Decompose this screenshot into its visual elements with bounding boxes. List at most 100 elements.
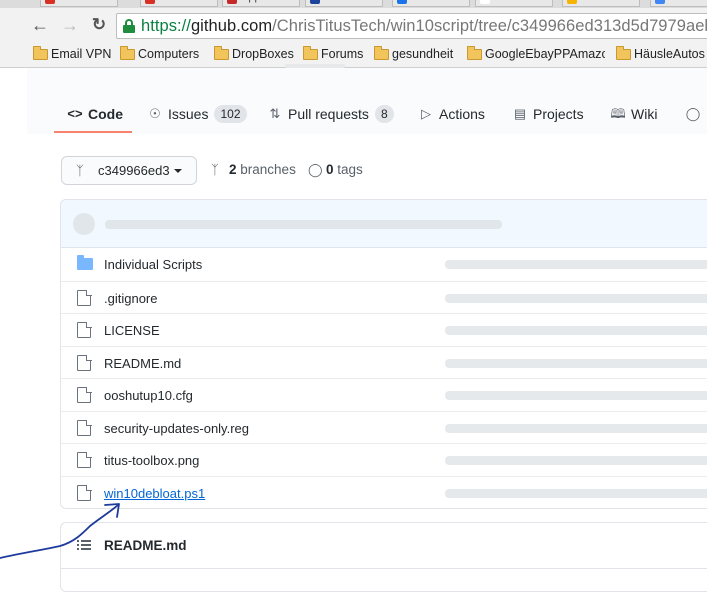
browser-tab[interactable]: Click ✕ (392, 0, 470, 7)
bookmark-label: gesundheit (392, 47, 454, 61)
tab-projects-label: Projects (533, 106, 584, 122)
browser-tab[interactable]: Excel ✕ (475, 0, 553, 7)
file-row[interactable]: .gitignore (61, 281, 707, 314)
book-icon: 🕮 (610, 106, 626, 121)
close-icon[interactable]: ✕ (206, 0, 214, 3)
commit-info-placeholder (445, 456, 707, 465)
tags-count: 0 (326, 162, 334, 177)
bookmark-label: DropBoxes (232, 47, 294, 61)
file-row[interactable]: ooshutup10.cfg (61, 378, 707, 411)
file-row[interactable]: Individual Scripts (61, 248, 707, 281)
url-host: github.com (190, 17, 273, 35)
commit-message-placeholder (105, 220, 502, 229)
file-row[interactable]: security-updates-only.reg (61, 411, 707, 444)
file-icon (77, 386, 92, 403)
file-icon (77, 419, 92, 436)
shield-icon: ◯ (685, 106, 701, 121)
bookmark-gesundheit[interactable]: gesundheit (372, 46, 453, 63)
forward-arrow-icon[interactable]: → (61, 16, 79, 34)
file-name[interactable]: README.md (104, 355, 181, 372)
commit-info-placeholder (445, 326, 707, 335)
browser-tab-label: How (581, 0, 603, 3)
tags-label: tags (337, 162, 363, 177)
close-icon[interactable]: ✕ (458, 0, 466, 3)
browser-tab[interactable]: Aufn ✕ (140, 0, 218, 7)
file-name[interactable]: LICENSE (104, 322, 160, 339)
git-pull-request-icon: ⇅ (269, 106, 281, 121)
document-icon (480, 0, 490, 4)
file-name[interactable]: Individual Scripts (104, 256, 202, 273)
file-icon (77, 484, 92, 501)
tab-security[interactable]: ◯ (684, 104, 706, 124)
browser-tab[interactable]: abou✕ (650, 0, 707, 7)
bookmark-label: GoogleEbayPPAmazo (485, 47, 605, 61)
bookmark-googleebay[interactable]: GoogleEbayPPAmazo (465, 46, 605, 63)
tab-issues[interactable]: ☉ Issues 102 (146, 104, 247, 124)
file-name[interactable]: ooshutup10.cfg (104, 387, 193, 404)
repo-header-placeholder (285, 64, 345, 68)
issues-counter: 102 (214, 105, 247, 123)
address-bar[interactable]: https://github.com/ChrisTitusTech/win10s… (116, 13, 707, 39)
close-icon[interactable]: ✕ (106, 0, 114, 3)
tab-wiki[interactable]: 🕮 Wiki (609, 104, 657, 124)
commit-info-placeholder (445, 294, 707, 303)
browser-tab[interactable]: How ✕ (562, 0, 640, 7)
lock-icon (123, 19, 135, 33)
bookmark-forums[interactable]: Forums (301, 46, 363, 63)
file-icon (77, 289, 92, 306)
folder-icon (303, 46, 318, 60)
tab-pull-requests[interactable]: ⇅ Pull requests 8 (266, 104, 394, 124)
file-icon (77, 354, 92, 371)
file-name-link[interactable]: win10debloat.ps1 (104, 485, 205, 502)
tab-pulls-label: Pull requests (288, 106, 369, 122)
close-icon[interactable]: ✕ (541, 0, 549, 3)
close-icon[interactable]: ✕ (371, 0, 379, 3)
tags-link[interactable]: ◯ 0 tags (308, 161, 363, 179)
file-row[interactable]: titus-toolbox.png (61, 443, 707, 476)
close-icon[interactable]: ✕ (628, 0, 636, 3)
file-row[interactable]: win10debloat.ps1 (61, 476, 707, 508)
branch-select-button[interactable]: ᛉ c349966ed3 (61, 156, 197, 185)
folder-icon (120, 46, 135, 60)
branches-label: branches (240, 162, 296, 177)
browser-tab-strip: E-Mai ✕ Aufn ✕ Appli ✕ GMX ✕ Click ✕ Excel ✕ How ✕ abo… (0, 0, 707, 8)
browser-tab-label: GMX (324, 0, 349, 3)
bookmark-email-vpn[interactable]: Email VPN (31, 46, 111, 63)
close-icon[interactable]: ✕ (288, 0, 296, 3)
file-icon (77, 321, 92, 338)
browser-tab-label: Click (411, 0, 435, 3)
reload-icon[interactable]: ↻ (90, 16, 108, 34)
file-name[interactable]: titus-toolbox.png (104, 452, 199, 469)
browser-toolbar: ← → ↻ https://github.com/ChrisTitusTech/… (0, 8, 707, 41)
bookmark-dropboxes[interactable]: DropBoxes (212, 46, 294, 63)
file-row[interactable]: LICENSE (61, 313, 707, 346)
file-row[interactable]: README.md (61, 346, 707, 379)
page-icon (397, 0, 407, 4)
browser-tab[interactable]: Appli ✕ (222, 0, 300, 7)
readme-title: README.md (104, 538, 187, 553)
browser-tab-label: E-Mai (59, 0, 88, 3)
browser-tab[interactable]: E-Mai ✕ (40, 0, 118, 7)
url-text[interactable]: https://github.com/ChrisTitusTech/win10s… (141, 17, 707, 36)
list-unordered-icon[interactable] (77, 539, 91, 551)
bookmark-haeusleautos[interactable]: HäusleAutos (614, 46, 705, 63)
page-icon (145, 0, 155, 4)
selected-tab-underline (54, 131, 132, 133)
page-icon (227, 0, 237, 4)
branches-link[interactable]: ᛉ 2 branches (211, 161, 296, 179)
readme-panel: README.md (60, 522, 707, 592)
folder-icon (374, 46, 389, 60)
file-name[interactable]: security-updates-only.reg (104, 420, 249, 437)
browser-tab[interactable]: GMX ✕ (305, 0, 383, 7)
tab-projects[interactable]: ▤ Projects (511, 104, 584, 124)
tab-code[interactable]: <> Code (66, 104, 123, 124)
tab-issues-label: Issues (168, 106, 209, 122)
tab-actions[interactable]: ▷ Actions (417, 104, 485, 124)
file-name[interactable]: .gitignore (104, 290, 157, 307)
back-arrow-icon[interactable]: ← (31, 16, 49, 34)
folder-icon (214, 46, 229, 60)
bookmark-computers[interactable]: Computers (118, 46, 199, 63)
file-list: Individual Scripts .gitignore LICENSE RE… (60, 199, 707, 509)
branch-name: c349966ed3 (98, 163, 170, 178)
bookmark-label: Email VPN (51, 47, 112, 61)
